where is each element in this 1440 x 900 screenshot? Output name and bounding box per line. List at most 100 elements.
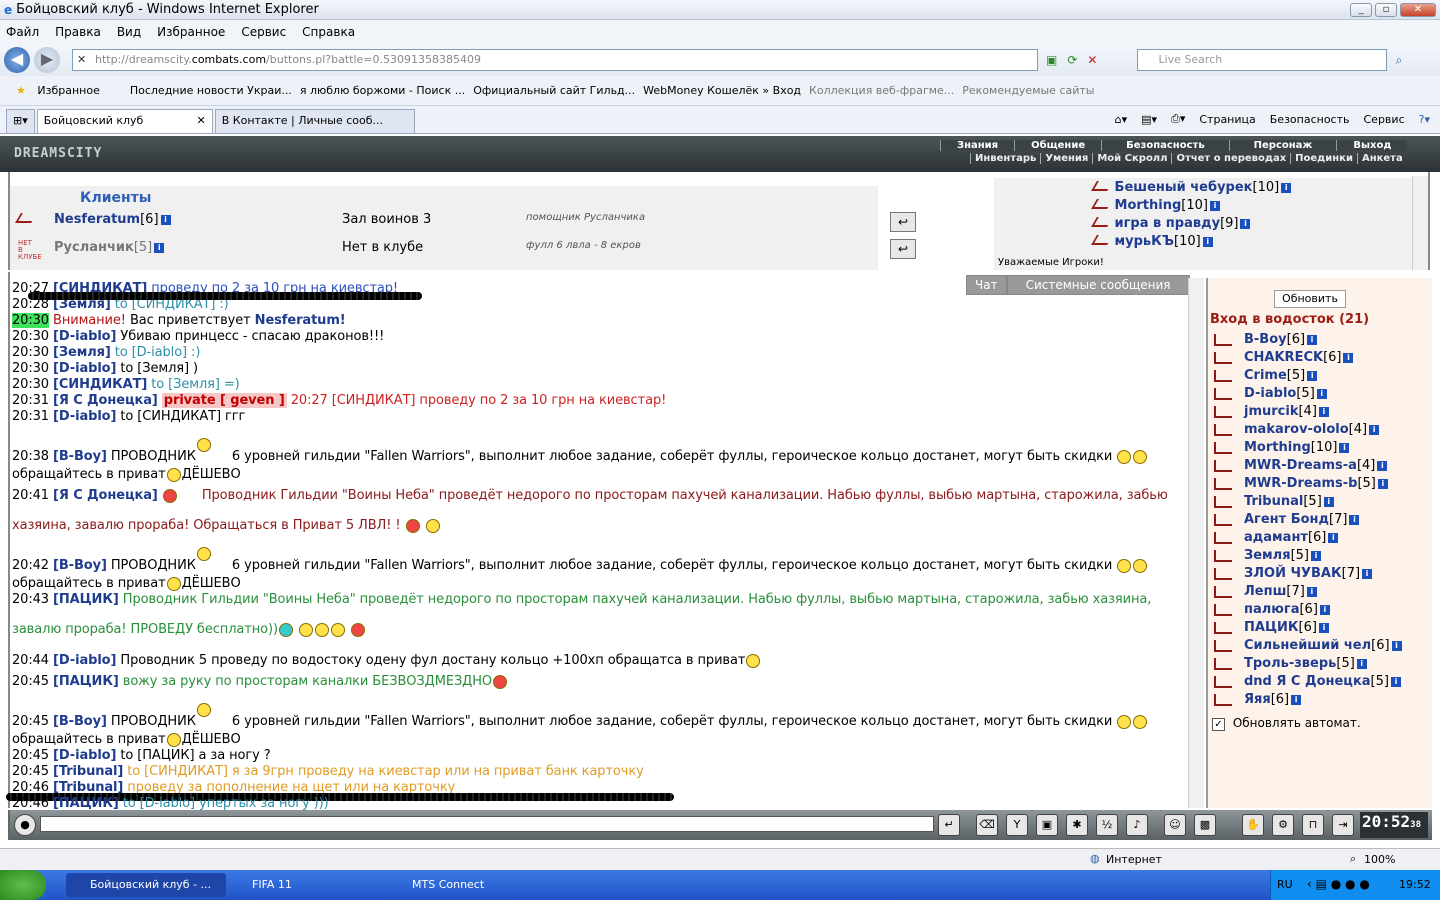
tab-combats[interactable]: Бойцовский клуб ✕ bbox=[36, 109, 213, 133]
feeds-icon[interactable]: ▤▾ bbox=[1141, 113, 1157, 126]
player-name[interactable]: Tribunal bbox=[1244, 494, 1303, 509]
search-icon[interactable]: ⌕ bbox=[1395, 53, 1402, 68]
info-icon[interactable]: i bbox=[1356, 658, 1367, 669]
info-icon[interactable]: i bbox=[1339, 442, 1350, 453]
image-icon[interactable]: ▩ bbox=[1194, 814, 1216, 836]
menu-profile[interactable]: Анкета bbox=[1356, 153, 1407, 164]
player-action-icon[interactable] bbox=[1214, 442, 1232, 454]
cmd-page[interactable]: Страница bbox=[1199, 113, 1255, 126]
settings-icon[interactable]: ⚙ bbox=[1272, 814, 1294, 836]
player-action-icon[interactable] bbox=[1214, 622, 1232, 634]
player-action-icon[interactable] bbox=[1214, 478, 1232, 490]
chat-nick[interactable]: [Земля] bbox=[53, 345, 111, 360]
player-name[interactable]: MWR-Dreams-a bbox=[1244, 458, 1357, 473]
chat-nick[interactable]: [ПАЦИК] bbox=[53, 592, 119, 607]
chat-nick[interactable]: [B-Boy] bbox=[53, 558, 107, 573]
language-indicator[interactable]: RU bbox=[1277, 878, 1293, 891]
info-icon[interactable]: i bbox=[1240, 218, 1251, 229]
info-icon[interactable]: i bbox=[1377, 478, 1388, 489]
player-action-icon[interactable] bbox=[1214, 604, 1232, 616]
chat-nick[interactable]: [B-Boy] bbox=[53, 449, 107, 464]
player-action-icon[interactable] bbox=[1214, 568, 1232, 580]
menu-skills[interactable]: Умения bbox=[1040, 153, 1092, 164]
tab-close-icon[interactable]: ✕ bbox=[197, 110, 206, 132]
chat-nick[interactable]: [Tribunal] bbox=[53, 764, 123, 779]
lock-icon[interactable]: ⊓ bbox=[1302, 814, 1324, 836]
cmd-tools[interactable]: Сервис bbox=[1364, 113, 1405, 126]
player-name[interactable]: ПАЦИК bbox=[1244, 620, 1299, 635]
player-name[interactable]: MWR-Dreams-b bbox=[1244, 476, 1357, 491]
client-name[interactable]: Русланчик[5] i bbox=[54, 240, 165, 255]
player-name[interactable]: палюга bbox=[1244, 602, 1299, 617]
player-action-icon[interactable] bbox=[1214, 352, 1232, 364]
info-icon[interactable]: i bbox=[1318, 622, 1329, 633]
checkbox[interactable]: ✓ bbox=[1212, 718, 1225, 731]
menu-transfers[interactable]: Отчет о переводах bbox=[1171, 153, 1290, 164]
player-name[interactable]: Сильнейший чел bbox=[1244, 638, 1371, 653]
message-button[interactable]: ↩ bbox=[890, 239, 916, 259]
chat-nick[interactable]: [B-Boy] bbox=[53, 714, 107, 729]
menu-exit[interactable]: Выход bbox=[1336, 140, 1408, 151]
info-icon[interactable]: i bbox=[1281, 182, 1292, 193]
menu-help[interactable]: Справка bbox=[302, 25, 355, 39]
player-name[interactable]: ЗЛОЙ ЧУВАК bbox=[1244, 566, 1342, 581]
player-name[interactable]: makarov-ololo bbox=[1244, 422, 1349, 437]
start-button[interactable] bbox=[0, 870, 46, 900]
player-action-icon[interactable] bbox=[1214, 550, 1232, 562]
menu-knowledge[interactable]: Знания bbox=[940, 140, 1015, 151]
chat-nick[interactable]: [Я С Донецка] bbox=[53, 393, 158, 408]
player-action-icon[interactable] bbox=[1214, 694, 1232, 706]
refresh-button[interactable]: Обновить bbox=[1274, 290, 1346, 308]
info-icon[interactable]: i bbox=[160, 214, 171, 225]
player-action-icon[interactable] bbox=[1214, 334, 1232, 346]
chat-nick[interactable]: [Я С Донецка] bbox=[53, 488, 158, 503]
chat-nick[interactable]: [ПАЦИК] bbox=[53, 674, 119, 689]
chat-nick[interactable]: [D-iablo] bbox=[53, 329, 116, 344]
zoom-icon[interactable]: ⌕ bbox=[1350, 852, 1356, 866]
player-action-icon[interactable] bbox=[1214, 586, 1232, 598]
player-action-icon[interactable] bbox=[1214, 406, 1232, 418]
player-name[interactable]: адамант bbox=[1244, 530, 1308, 545]
menu-communication[interactable]: Общение bbox=[1014, 140, 1102, 151]
player-action-icon[interactable] bbox=[1214, 370, 1232, 382]
player-action-icon[interactable] bbox=[1214, 496, 1232, 508]
player-name[interactable]: Crime bbox=[1244, 368, 1287, 383]
menu-view[interactable]: Вид bbox=[117, 25, 141, 39]
chat-nick[interactable]: [СИНДИКАТ] bbox=[53, 377, 147, 392]
back-button[interactable]: ◀ bbox=[4, 47, 30, 73]
friend-row[interactable]: мурьКЪ[10] i bbox=[1091, 234, 1213, 249]
menu-safety[interactable]: Безопасность bbox=[1101, 140, 1229, 151]
chat-nick[interactable]: [D-iablo] bbox=[53, 748, 116, 763]
friends-scrollbar[interactable] bbox=[1412, 176, 1428, 270]
info-icon[interactable]: i bbox=[1291, 694, 1302, 705]
search-input[interactable]: Live Search bbox=[1137, 49, 1388, 71]
task-fifa[interactable]: FIFA 11 bbox=[228, 873, 388, 897]
menu-inventory[interactable]: Инвентарь bbox=[970, 153, 1040, 164]
favorites-button[interactable]: ★ Избранное bbox=[8, 84, 100, 97]
emotes-icon[interactable]: ✱ bbox=[1066, 814, 1088, 836]
tab-chat[interactable]: Чат bbox=[966, 275, 1007, 295]
info-icon[interactable]: i bbox=[1310, 550, 1321, 561]
maximize-button[interactable]: ▫ bbox=[1375, 2, 1397, 17]
player-name[interactable]: D-iablo bbox=[1244, 386, 1296, 401]
info-icon[interactable]: i bbox=[154, 242, 165, 253]
info-icon[interactable]: i bbox=[1362, 568, 1373, 579]
player-name[interactable]: jmurcik bbox=[1244, 404, 1298, 419]
exit-icon[interactable]: ⇥ bbox=[1332, 814, 1354, 836]
chat-scrollbar[interactable] bbox=[1188, 278, 1204, 808]
private-badge[interactable]: private [ geven ] bbox=[161, 393, 287, 408]
player-action-icon[interactable] bbox=[1214, 460, 1232, 472]
info-icon[interactable]: i bbox=[1307, 334, 1318, 345]
info-icon[interactable]: i bbox=[1369, 424, 1380, 435]
auto-refresh[interactable]: ✓ Обновлять автомат. bbox=[1212, 716, 1361, 731]
player-name[interactable]: Лепш bbox=[1244, 584, 1286, 599]
client-name[interactable]: Nesferatum[6] i bbox=[54, 212, 171, 227]
info-icon[interactable]: i bbox=[1328, 532, 1339, 543]
menu-character[interactable]: Персонаж bbox=[1228, 140, 1337, 151]
task-mts[interactable]: MTS Connect bbox=[388, 873, 548, 897]
smiles-icon[interactable]: ☺ bbox=[1164, 814, 1186, 836]
player-action-icon[interactable] bbox=[1214, 514, 1232, 526]
help-icon[interactable]: ?▾ bbox=[1419, 113, 1430, 126]
chat-nick[interactable]: [ПАЦИК] bbox=[53, 796, 119, 811]
fav-link-5[interactable]: Коллекция веб-фрагме... bbox=[809, 84, 954, 97]
